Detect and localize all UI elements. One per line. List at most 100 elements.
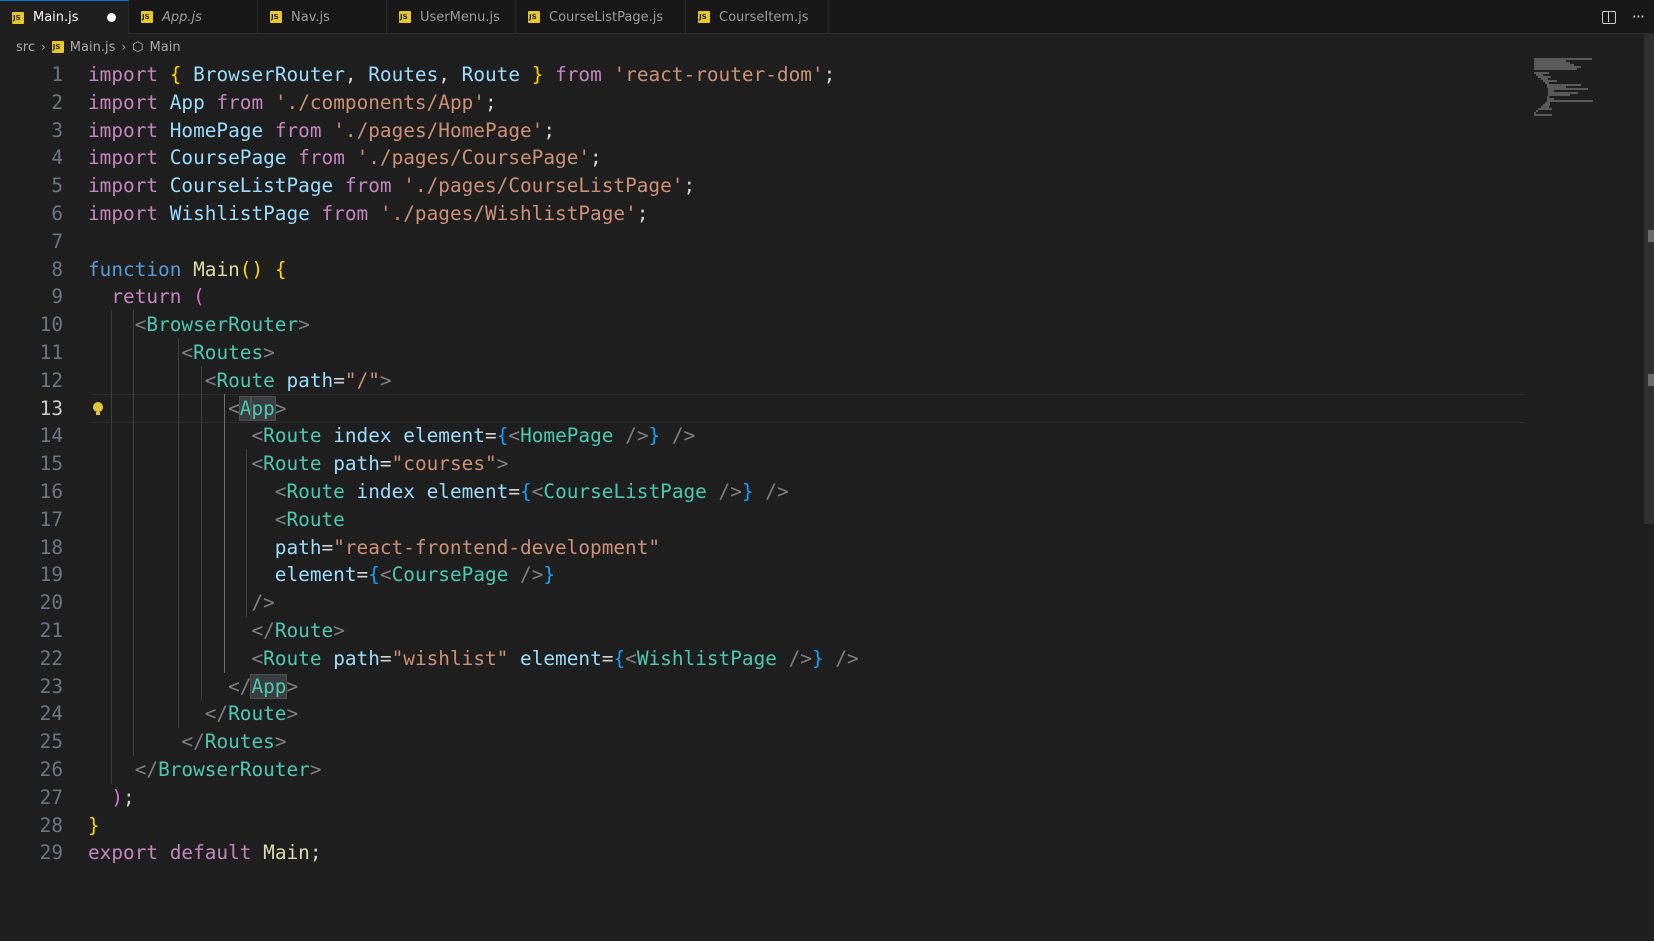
matching-tag-highlight: pp [250,395,276,421]
breadcrumb-folder[interactable]: src [16,40,35,55]
tab-usermenu-js[interactable]: JS UserMenu.js [387,0,516,34]
split-editor-icon[interactable] [1601,10,1616,24]
code-token: < [274,480,287,503]
tab-nav-js[interactable]: JS Nav.js [258,0,387,34]
code-token: import [88,118,159,142]
code-text: import WishlistPage from './pages/Wishli… [88,199,648,228]
code-line[interactable]: 2 import App from './components/App'; [0,88,1530,117]
code-token: > [286,674,299,698]
code-text: return ( [88,282,204,311]
minimap-line [1548,88,1588,90]
tab-bar: JS Main.js JS App.js JS Nav.js JS UserMe… [0,0,1654,34]
code-text: <Route [88,505,345,534]
breadcrumb-file[interactable]: Main.js [70,40,116,55]
code-line[interactable]: 29 export default Main; [0,838,1530,867]
code-line[interactable]: 16 <Route index element={<CourseListPage… [0,477,1530,506]
code-line[interactable]: 24 </Route> [0,699,1530,729]
code-line[interactable]: 6 import WishlistPage from './pages/Wishl… [0,199,1530,228]
code-token: import [88,202,159,225]
breadcrumb-symbol[interactable]: Main [150,40,181,55]
code-line[interactable]: 26 </BrowserRouter> [0,755,1530,784]
code-line[interactable]: 21 </Route> [0,616,1530,645]
code-editor[interactable]: 1 import { BrowserRouter, Routes, Route }… [0,60,1530,941]
line-number: 1 [51,63,63,86]
code-line[interactable]: 1 import { BrowserRouter, Routes, Route }… [0,60,1530,89]
code-line[interactable]: 8 function Main() { [0,255,1530,284]
tab-courselistpage-js[interactable]: JS CourseListPage.js [516,0,686,34]
code-line[interactable]: 14 <Route index element={<HomePage />} /… [0,421,1530,451]
more-actions-icon[interactable]: ··· [1632,9,1645,25]
code-token: > [496,452,509,476]
vertical-scrollbar-thumb[interactable] [1644,34,1654,524]
code-token: ; [590,146,602,170]
minimap[interactable] [1530,58,1640,118]
unsaved-dot-icon[interactable] [107,13,116,22]
code-text: <Route path="wishlist" element={<Wishlis… [88,644,858,673]
code-line[interactable]: 3 import HomePage from './pages/HomePage'… [0,116,1530,145]
code-line[interactable]: 11 <Routes> [0,338,1530,367]
code-token: /> [625,424,649,448]
code-text: import App from './components/App'; [88,88,497,117]
code-line[interactable]: 15 <Route path="courses"> [0,449,1530,479]
tab-main-js[interactable]: JS Main.js [0,0,129,34]
code-token: BrowserRouter [158,758,310,781]
line-number: 22 [39,646,63,670]
code-token: ; [543,118,556,142]
code-token: HomePage [169,118,264,142]
code-line[interactable]: 10 <BrowserRouter> [0,310,1530,340]
code-line[interactable]: 23 </App> [0,671,1530,701]
code-token: </ [134,758,159,781]
code-line[interactable]: 28} [0,811,1530,840]
code-line[interactable]: 12 <Route path="/"> [0,365,1530,395]
code-line[interactable]: 17 <Route [0,504,1530,534]
code-line[interactable]: 13 <App> [0,393,1530,423]
tab-courseitem-js[interactable]: JS CourseItem.js [686,0,829,34]
tab-app-js[interactable]: JS App.js [129,0,258,34]
code-token: 'react-router-dom' [613,63,824,86]
line-number: 9 [51,285,63,309]
code-token: < [204,368,217,392]
line-number: 8 [51,257,63,281]
code-token: > [274,730,287,754]
code-line[interactable]: 5 import CourseListPage from './pages/Cou… [0,171,1530,200]
code-line[interactable]: 20 /> [0,588,1530,618]
line-number: 18 [39,535,63,559]
code-token: "react-frontend-development" [333,535,661,559]
line-number: 13 [39,396,63,420]
code-token: element [403,424,485,448]
code-token: import [88,146,159,170]
code-token: { [520,480,532,503]
scrollbar-marker [1648,230,1654,242]
code-line[interactable]: 22 <Route path="wishlist" element={<Wish… [0,643,1530,673]
code-token: </ [204,702,229,726]
code-line[interactable]: 18 path="react-frontend-development" [0,532,1530,562]
code-line[interactable]: 4 import CoursePage from './pages/CourseP… [0,143,1530,172]
code-line[interactable]: 19 element={<CoursePage />} [0,560,1530,590]
code-token: from [298,146,345,170]
code-text: import HomePage from './pages/HomePage'; [88,116,555,145]
code-line[interactable]: 27 ); [0,783,1530,812]
code-token: = [356,563,369,587]
code-line[interactable]: 7 [0,227,1530,256]
code-line[interactable]: 9 return ( [0,282,1530,311]
code-token: < [274,507,287,531]
code-text: <Routes> [88,338,274,367]
code-token: Route [228,702,287,726]
code-line[interactable]: 25 </Routes> [0,727,1530,757]
